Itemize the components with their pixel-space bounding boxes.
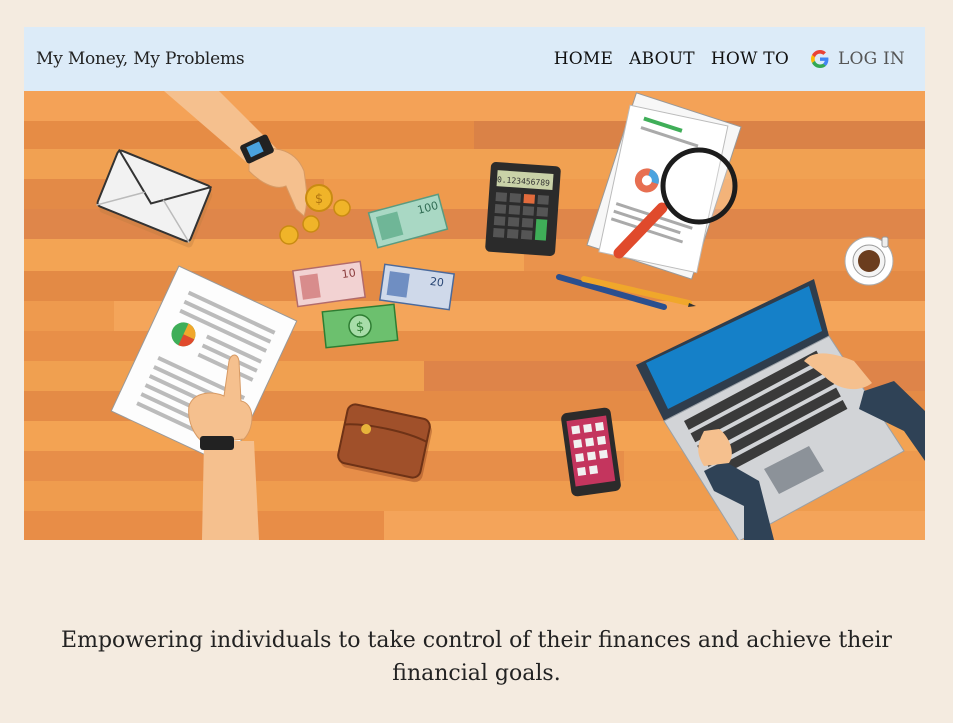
- svg-text:$: $: [355, 320, 365, 336]
- calculator: 0.123456789: [485, 162, 561, 256]
- google-icon: [810, 50, 829, 68]
- banknote-10-value: 10: [341, 266, 357, 281]
- banknote-20-value: 20: [429, 275, 445, 290]
- nav-how-to-link[interactable]: HOW TO: [711, 49, 789, 69]
- navbar: My Money, My Problems HOME ABOUT HOW TO …: [24, 27, 925, 91]
- tagline: Empowering individuals to take control o…: [61, 628, 892, 686]
- login-button[interactable]: LOG IN: [810, 49, 905, 69]
- brand-title[interactable]: My Money, My Problems: [36, 49, 245, 69]
- nav-about-link[interactable]: ABOUT: [629, 49, 695, 69]
- hero-illustration: $ 100 10 20 $ 0.123456789: [24, 91, 925, 540]
- main-nav: HOME ABOUT HOW TO LOG IN: [538, 49, 905, 69]
- svg-text:$: $: [315, 192, 323, 207]
- coffee-cup: [844, 236, 894, 286]
- dollar-bill: $: [321, 303, 399, 349]
- desk-illustration: $ 100 10 20 $ 0.123456789: [24, 91, 925, 540]
- login-label: LOG IN: [837, 49, 905, 69]
- nav-home-link[interactable]: HOME: [554, 49, 613, 69]
